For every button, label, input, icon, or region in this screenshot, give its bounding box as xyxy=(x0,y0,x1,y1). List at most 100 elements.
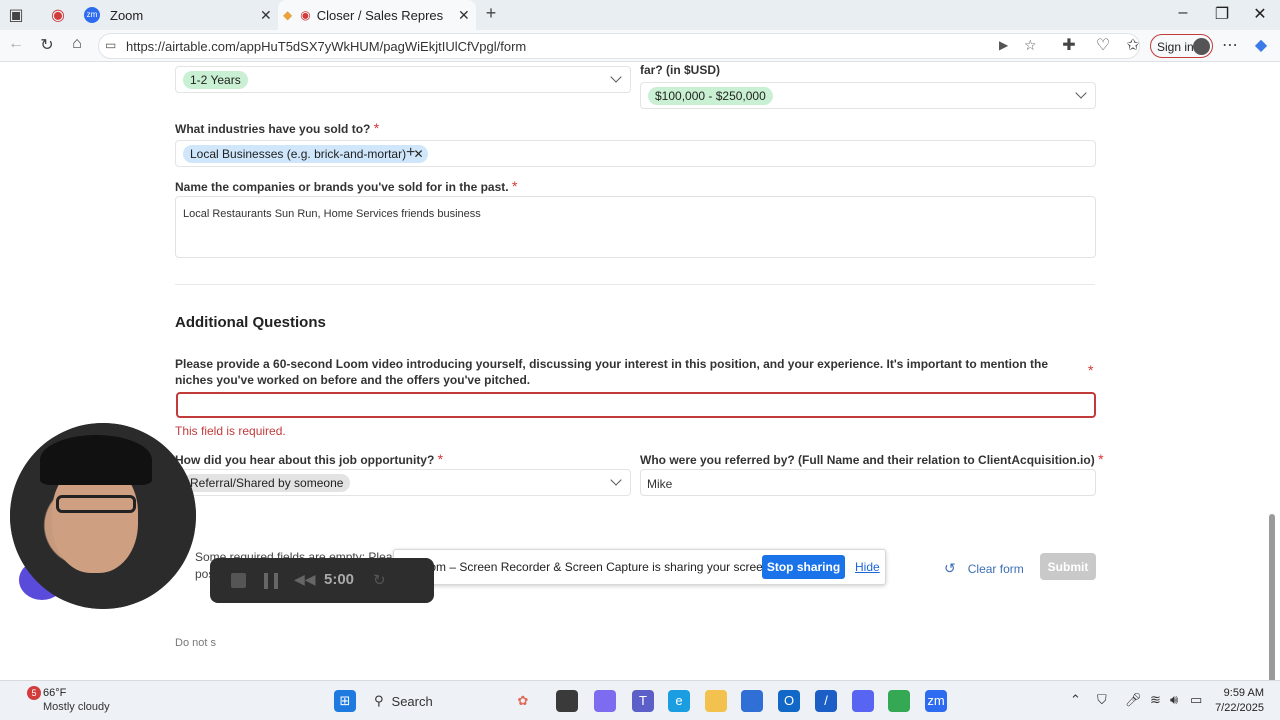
file-explorer-icon[interactable] xyxy=(705,690,727,712)
window-close-icon[interactable]: ✕ xyxy=(1245,4,1275,24)
referred-label: Who were you referred by? (Full Name and… xyxy=(640,451,1104,467)
page-scrollbar[interactable] xyxy=(1269,514,1275,680)
close-tab-icon[interactable]: ✕ xyxy=(458,7,470,24)
clock-date[interactable]: 7/22/2025 xyxy=(1215,702,1264,714)
recording-tab-icon[interactable]: ◉ xyxy=(47,5,69,25)
app-icon[interactable]: / xyxy=(815,690,837,712)
hear-label-text: How did you hear about this job opportun… xyxy=(175,453,435,467)
webcam-glasses xyxy=(56,495,136,513)
zoom-app-icon[interactable]: zm xyxy=(925,690,947,712)
url-text: https://airtable.com/appHuT5dSX7yWkHUM/p… xyxy=(126,39,527,54)
add-option-icon[interactable]: + xyxy=(406,144,415,162)
loom-question-label: Please provide a 60-second Loom video in… xyxy=(175,356,1087,388)
clock-time[interactable]: 9:59 AM xyxy=(1224,687,1264,699)
tab-actions-icon[interactable]: ▣ xyxy=(5,5,27,25)
extensions-icon[interactable]: ✚ xyxy=(1058,35,1080,55)
task-view-icon[interactable] xyxy=(556,690,578,712)
widgets-icon[interactable]: ✿ xyxy=(512,690,534,712)
sign-in-label: Sign in xyxy=(1157,40,1194,54)
address-bar: ← ↻ ⌂ ▭ https://airtable.com/appHuT5dSX7… xyxy=(0,30,1280,62)
browser-essentials-icon[interactable]: ♡ xyxy=(1092,35,1114,55)
chevron-down-icon xyxy=(610,474,622,486)
refresh-icon[interactable]: ↻ xyxy=(36,35,58,55)
sold-amount-select[interactable]: $100,000 - $250,000 xyxy=(640,82,1096,109)
camera-icon[interactable]: ▶ xyxy=(999,38,1008,52)
back-icon[interactable]: ← xyxy=(5,35,27,53)
companies-value: Local Restaurants Sun Run, Home Services… xyxy=(183,208,481,220)
hide-banner-link[interactable]: Hide xyxy=(855,560,880,574)
network-icon[interactable]: ⛉ xyxy=(1097,692,1107,708)
hear-label: How did you hear about this job opportun… xyxy=(175,451,443,467)
loom-video-input[interactable] xyxy=(176,392,1096,418)
tab-label: Zoom xyxy=(110,7,144,23)
loom-sharing-banner: Loom – Screen Recorder & Screen Capture … xyxy=(393,549,886,585)
maximize-icon[interactable]: ❐ xyxy=(1207,4,1237,24)
section-divider xyxy=(175,284,1095,285)
airtable-logo-icon: ◆ xyxy=(283,8,293,22)
clear-form-button[interactable]: ↺ Clear form xyxy=(944,560,1024,577)
section-title: Additional Questions xyxy=(175,314,326,331)
required-marker: * xyxy=(1088,362,1094,378)
start-windows-icon[interactable]: ⊞ xyxy=(334,690,356,712)
zoom-logo-icon: zm xyxy=(84,7,100,23)
weather-description[interactable]: Mostly cloudy xyxy=(43,701,110,713)
companies-textarea[interactable]: Local Restaurants Sun Run, Home Services… xyxy=(175,196,1096,258)
sold-amount-chip: $100,000 - $250,000 xyxy=(648,87,773,105)
chevron-down-icon xyxy=(610,71,622,83)
battery-icon[interactable]: ▭ xyxy=(1190,692,1202,708)
restart-icon[interactable]: ↻ xyxy=(373,571,386,589)
volume-icon[interactable]: 🔊︎ xyxy=(1170,692,1178,708)
footnote-text: Do not s xyxy=(175,637,216,649)
companies-label: Name the companies or brands you've sold… xyxy=(175,178,517,194)
sold-label: far? (in $USD) xyxy=(640,63,721,77)
loom-recorder-controls: ◀◀ 5:00 ↻ xyxy=(210,558,434,603)
url-field[interactable]: ▭ https://airtable.com/appHuT5dSX7yWkHUM… xyxy=(98,33,1140,59)
tab-closer-form[interactable]: ◆ ◉ Closer / Sales Representative ✕ xyxy=(278,0,476,30)
industries-chip-text: Local Businesses (e.g. brick-and-mortar) xyxy=(190,147,407,161)
submit-button[interactable]: Submit xyxy=(1040,553,1096,580)
new-tab-icon[interactable]: + xyxy=(480,3,502,24)
sign-in-button[interactable]: Sign in xyxy=(1150,34,1213,58)
industries-chip: Local Businesses (e.g. brick-and-mortar)… xyxy=(183,145,428,163)
hear-chip: Referral/Shared by someone xyxy=(183,474,351,492)
recording-dot-icon: ◉ xyxy=(300,8,311,22)
experience-chip: 1-2 Years xyxy=(183,71,248,89)
store-icon[interactable] xyxy=(741,690,763,712)
wifi-icon[interactable]: ≋ xyxy=(1150,692,1161,708)
microphone-icon[interactable]: 🎤︎ xyxy=(1125,692,1142,708)
favorite-star-icon[interactable]: ☆ xyxy=(1024,37,1037,54)
recording-timer: 5:00 xyxy=(324,571,355,588)
home-icon[interactable]: ⌂ xyxy=(66,35,88,53)
teams-icon[interactable]: T xyxy=(632,690,654,712)
outlook-icon[interactable]: O xyxy=(778,690,800,712)
experience-select[interactable]: 1-2 Years xyxy=(175,66,631,93)
required-marker: * xyxy=(437,451,444,467)
required-marker: * xyxy=(373,120,380,136)
stop-recording-icon[interactable] xyxy=(231,573,246,588)
webcam-bubble[interactable] xyxy=(10,423,196,609)
undo-icon: ↺ xyxy=(944,560,956,576)
show-hidden-icons-icon[interactable]: ⌃ xyxy=(1070,692,1081,708)
favorites-icon[interactable]: ✩ xyxy=(1122,35,1144,55)
rewind-icon[interactable]: ◀◀ xyxy=(294,571,316,588)
edge-icon[interactable]: e xyxy=(668,690,690,712)
hear-select[interactable]: Referral/Shared by someone xyxy=(175,469,631,496)
search-icon: ⚲ xyxy=(374,693,384,708)
referred-input[interactable]: Mike xyxy=(640,469,1096,496)
more-menu-icon[interactable]: ⋯ xyxy=(1219,35,1241,55)
industries-label-text: What industries have you sold to? xyxy=(175,122,371,136)
stop-sharing-button[interactable]: Stop sharing xyxy=(762,555,845,579)
weather-temperature[interactable]: 66°F xyxy=(43,687,66,699)
industries-multiselect[interactable]: Local Businesses (e.g. brick-and-mortar)… xyxy=(175,140,1096,167)
chrome-icon[interactable] xyxy=(888,690,910,712)
copilot-app-icon[interactable] xyxy=(594,690,616,712)
discord-icon[interactable] xyxy=(852,690,874,712)
site-info-icon[interactable]: ▭ xyxy=(105,38,116,52)
copilot-icon[interactable]: ◆ xyxy=(1250,35,1272,55)
minimize-icon[interactable]: – xyxy=(1168,4,1198,22)
chevron-down-icon xyxy=(1075,87,1087,99)
browser-tab-bar: ▣ ◉ zm Zoom ✕ ◆ ◉ Closer / Sales Represe… xyxy=(0,0,1280,30)
close-tab-icon[interactable]: ✕ xyxy=(260,7,272,24)
pause-icon[interactable] xyxy=(264,573,278,589)
tab-zoom[interactable]: zm Zoom ✕ xyxy=(78,0,278,30)
